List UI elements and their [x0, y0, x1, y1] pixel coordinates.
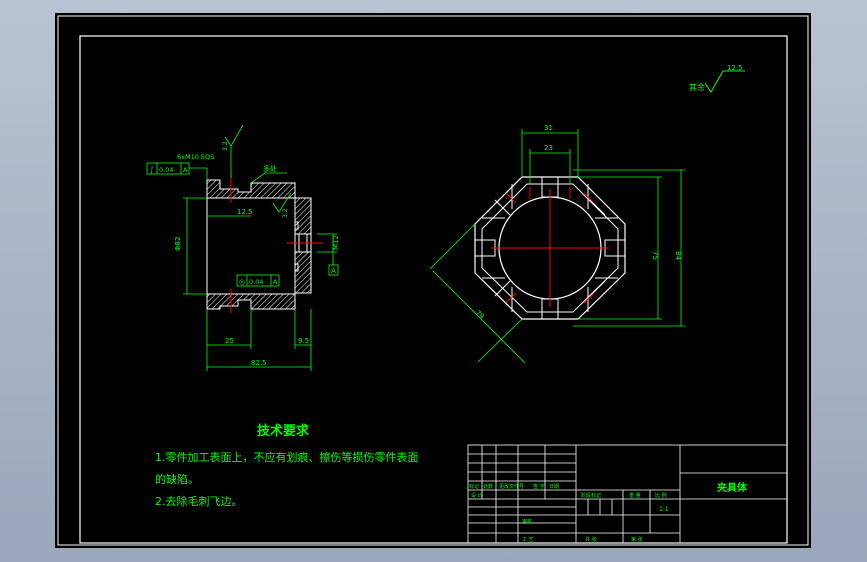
leader-note-text: 多处 [263, 164, 277, 173]
svg-text:处数: 处数 [483, 483, 493, 490]
tech-line-1: 1.零件加工表面上，不应有划痕、擦伤等损伤零件表面 [155, 450, 419, 464]
dim-diag-text: 79 [474, 309, 486, 321]
svg-text:更改文件号: 更改文件号 [499, 483, 524, 490]
dim-inner-text: 12.5 [237, 208, 253, 216]
svg-text:审核: 审核 [522, 518, 532, 525]
svg-text:设 计: 设 计 [471, 492, 483, 499]
svg-text:A: A [183, 166, 188, 174]
fcf-top: ∫ 0.04 A [146, 162, 208, 180]
dim-top-outer-text: 31 [544, 124, 553, 132]
right-centerlines [491, 187, 609, 307]
svg-text:0.04: 0.04 [249, 278, 263, 286]
dim-bottom-1-text: 25 [225, 337, 234, 345]
svg-text:共 张: 共 张 [585, 536, 597, 543]
svg-text:阶段标记: 阶段标记 [581, 492, 601, 499]
dim-top-inner-text: 23 [544, 144, 553, 152]
tech-requirements: 技术要求 1.零件加工表面上，不应有划痕、擦伤等损伤零件表面 的缺陷。 2.去除… [155, 423, 419, 508]
left-section-view[interactable]: Φ82 25 9.5 82.5 M12 12.5 多处 3.2 3.2 6xM1… [146, 124, 340, 371]
svg-text:签 字: 签 字 [533, 483, 545, 490]
svg-text:重 量: 重 量 [629, 492, 641, 499]
cad-viewport[interactable]: 12.5 其余 Φ82 25 9.5 82.5 M12 12.5 多处 3.2 … [55, 13, 811, 548]
right-dimensions [429, 129, 685, 364]
roughness-label-text: 其余 [689, 82, 705, 92]
svg-text:比 例: 比 例 [655, 492, 667, 499]
roughness-value-text: 12.5 [727, 64, 743, 72]
svg-text:◎: ◎ [239, 278, 245, 286]
roughness-left-top: 3.2 [222, 141, 229, 151]
dim-bottom-total-text: 82.5 [251, 359, 267, 367]
dim-right-outer-text: 84 [674, 251, 682, 260]
sheet-outer-border [57, 15, 809, 546]
svg-text:日期: 日期 [549, 484, 559, 490]
right-front-view[interactable]: 31 23 75 84 79 [429, 124, 685, 364]
scale-text: 1:1 [659, 506, 669, 513]
title-block[interactable]: 夹具体 1:1 标记 处数 更改文件号 签 字 日期 设 计 阶段标记 重 量 … [467, 444, 788, 544]
svg-text:A: A [331, 267, 336, 275]
svg-text:第 张: 第 张 [631, 536, 643, 543]
dim-bottom-2-text: 9.5 [298, 337, 309, 345]
svg-text:0.04: 0.04 [159, 166, 173, 174]
part-name-text: 夹具体 [717, 481, 748, 494]
svg-text:∫: ∫ [150, 166, 154, 174]
dim-hole-text: M12 [332, 235, 340, 250]
tech-line-2: 的缺陷。 [155, 472, 199, 486]
tech-title: 技术要求 [257, 423, 310, 439]
svg-text:标记: 标记 [469, 483, 479, 490]
corner-roughness-symbol: 12.5 其余 [689, 64, 745, 93]
dim-right-inner-text: 75 [651, 251, 659, 260]
dim-bore-text: Φ82 [174, 237, 182, 251]
callout-top-text: 6xM10 EQS [177, 153, 214, 161]
tech-line-3: 2.去除毛刺飞边。 [155, 494, 243, 508]
svg-text:工 艺: 工 艺 [522, 537, 534, 543]
datum-marker: A [328, 252, 339, 276]
drawing-canvas[interactable]: 12.5 其余 Φ82 25 9.5 82.5 M12 12.5 多处 3.2 … [55, 13, 811, 548]
svg-text:A: A [273, 278, 278, 286]
roughness-left-mid: 3.2 [282, 208, 289, 218]
